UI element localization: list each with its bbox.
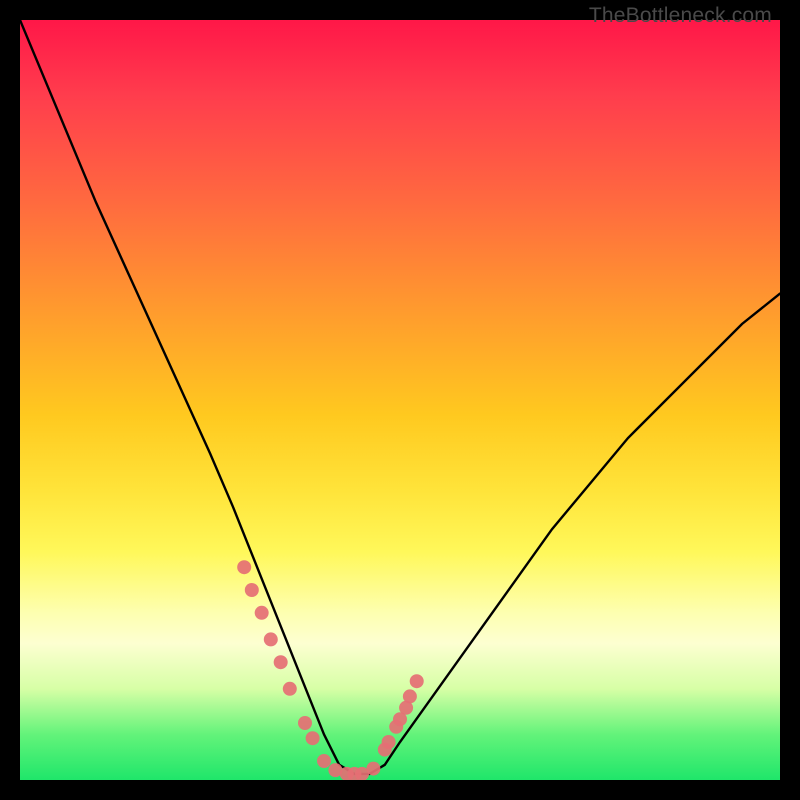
scatter-point xyxy=(382,735,396,749)
scatter-point xyxy=(306,731,320,745)
scatter-point xyxy=(403,689,417,703)
scatter-point xyxy=(410,674,424,688)
scatter-point xyxy=(317,754,331,768)
scatter-point xyxy=(237,560,251,574)
curve-path-group xyxy=(20,20,780,774)
scatter-point xyxy=(255,606,269,620)
scatter-point xyxy=(264,632,278,646)
scatter-point xyxy=(245,583,259,597)
scatter-point xyxy=(274,655,288,669)
bottleneck-curve xyxy=(20,20,780,774)
scatter-point xyxy=(366,762,380,776)
chart-frame: TheBottleneck.com xyxy=(0,0,800,800)
scatter-point xyxy=(283,682,297,696)
watermark-text: TheBottleneck.com xyxy=(589,4,772,28)
scatter-point xyxy=(298,716,312,730)
chart-svg xyxy=(20,20,780,780)
